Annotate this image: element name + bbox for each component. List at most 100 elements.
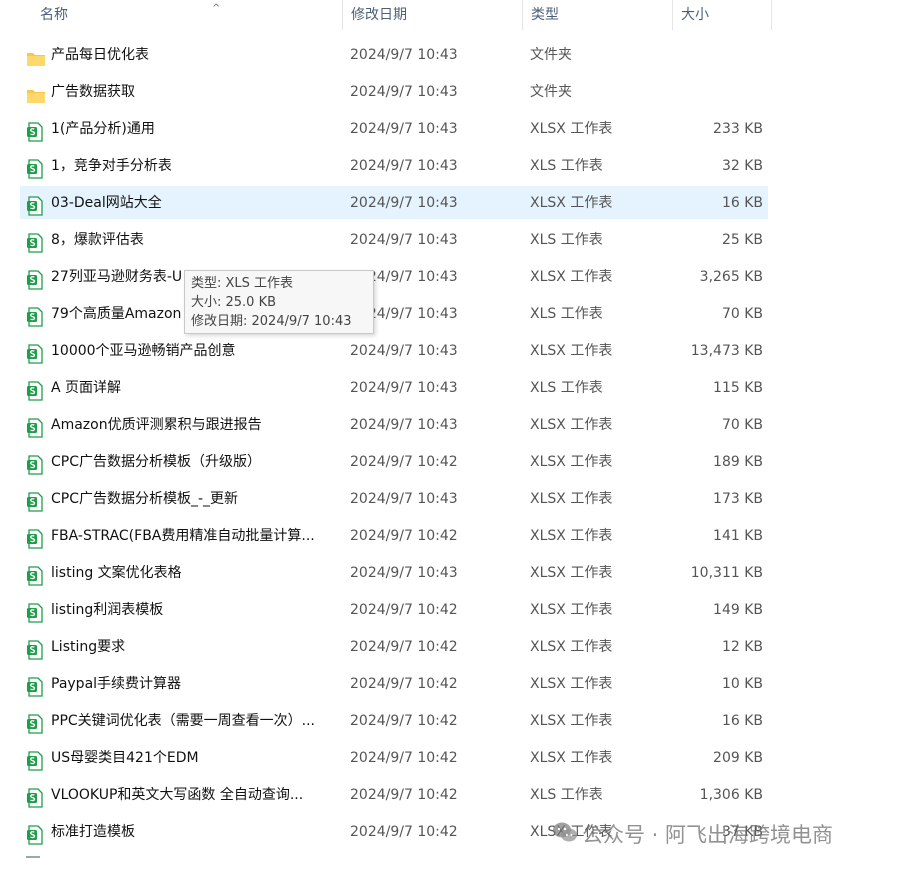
file-type: XLSX 工作表 xyxy=(530,454,613,470)
file-type: XLSX 工作表 xyxy=(530,491,613,507)
file-name: listing 文案优化表格 xyxy=(51,565,182,581)
file-row[interactable]: 03-Deal网站大全 2024/9/7 10:43 XLSX 工作表 16 KB xyxy=(0,185,922,222)
file-modified-date: 2024/9/7 10:43 xyxy=(350,158,458,174)
file-row[interactable]: CPC广告数据分析模板（升级版） 2024/9/7 10:42 XLSX 工作表 18… xyxy=(0,444,922,481)
file-row[interactable]: Listing要求 2024/9/7 10:42 XLSX 工作表 12 KB xyxy=(0,629,922,666)
file-icon-cell xyxy=(26,444,46,481)
file-row[interactable]: CPC广告数据分析模板_-_更新 2024/9/7 10:43 XLSX 工作表 17… xyxy=(0,481,922,518)
tooltip-type: 类型: XLS 工作表 xyxy=(191,276,294,291)
file-icon-cell xyxy=(26,481,46,518)
file-type: XLS 工作表 xyxy=(530,158,603,174)
file-icon-cell xyxy=(26,777,46,814)
file-type: 文件夹 xyxy=(530,84,572,100)
file-name: 8，爆款评估表 xyxy=(51,232,144,248)
file-size: 115 KB xyxy=(713,380,763,396)
file-row[interactable]: VLOOKUP和英文大写函数 全自动查询... 2024/9/7 10:42 XLS… xyxy=(0,777,922,814)
file-icon-cell xyxy=(26,555,46,592)
file-row[interactable]: 79个高质量Amazon 2024/9/7 10:43 XLS 工作表 70 KB xyxy=(0,296,922,333)
file-name: CPC广告数据分析模板（升级版） xyxy=(51,454,261,470)
file-icon-cell xyxy=(26,703,46,740)
folder-row[interactable]: 产品每日优化表 2024/9/7 10:43 文件夹 xyxy=(0,37,922,74)
file-modified-date: 2024/9/7 10:43 xyxy=(350,232,458,248)
spreadsheet-file-icon xyxy=(26,712,46,734)
file-explorer-window: 名称 ^ 修改日期 类型 大小 产品每日优化表 2024/9/7 10:43 文件夹… xyxy=(0,0,922,872)
file-size xyxy=(680,37,763,74)
file-row[interactable]: Paypal手续费计算器 2024/9/7 10:42 XLSX 工作表 10 KB xyxy=(0,666,922,703)
file-modified-date: 2024/9/7 10:43 xyxy=(350,306,458,322)
file-icon-cell xyxy=(26,592,46,629)
spreadsheet-file-icon xyxy=(26,268,46,290)
spreadsheet-file-icon xyxy=(26,490,46,512)
file-row[interactable]: 8，爆款评估表 2024/9/7 10:43 XLS 工作表 25 KB xyxy=(0,222,922,259)
file-row[interactable]: listing 文案优化表格 2024/9/7 10:43 XLSX 工作表 10,3… xyxy=(0,555,922,592)
file-modified-date: 2024/9/7 10:43 xyxy=(350,565,458,581)
file-type: XLSX 工作表 xyxy=(530,602,613,618)
file-icon-cell xyxy=(26,814,46,851)
file-name: Listing要求 xyxy=(51,639,126,655)
tooltip-date: 修改日期: 2024/9/7 10:43 xyxy=(191,314,352,329)
spreadsheet-file-icon xyxy=(26,675,46,697)
file-size: 141 KB xyxy=(713,528,763,544)
file-modified-date: 2024/9/7 10:42 xyxy=(350,639,458,655)
file-name: US母婴类目421个EDM xyxy=(51,750,199,766)
column-header-name[interactable]: 名称 ^ xyxy=(32,0,342,30)
spreadsheet-file-icon xyxy=(26,379,46,401)
file-size: 70 KB xyxy=(721,417,763,433)
file-icon-cell xyxy=(26,370,46,407)
file-row[interactable]: 27列亚马逊财务表-U 2024/9/7 10:43 XLSX 工作表 3,265 K… xyxy=(0,259,922,296)
file-icon-cell xyxy=(26,111,46,148)
file-icon-cell xyxy=(26,148,46,185)
file-name: 标准打造模板 xyxy=(51,824,135,840)
partial-next-row xyxy=(26,856,40,861)
file-size: 149 KB xyxy=(713,602,763,618)
file-row[interactable]: A 页面详解 2024/9/7 10:43 XLS 工作表 115 KB xyxy=(0,370,922,407)
spreadsheet-file-icon xyxy=(26,157,46,179)
spreadsheet-file-icon xyxy=(26,342,46,364)
column-header-size[interactable]: 大小 xyxy=(672,0,772,30)
file-type: XLSX 工作表 xyxy=(530,528,613,544)
file-type: XLSX 工作表 xyxy=(530,676,613,692)
file-icon-cell xyxy=(26,222,46,259)
spreadsheet-file-icon xyxy=(26,749,46,771)
column-header-bar: 名称 ^ 修改日期 类型 大小 xyxy=(0,0,922,30)
file-modified-date: 2024/9/7 10:43 xyxy=(350,121,458,137)
file-modified-date: 2024/9/7 10:43 xyxy=(350,269,458,285)
file-name: 1(产品分析)通用 xyxy=(51,121,155,137)
file-icon-cell xyxy=(26,518,46,555)
file-modified-date: 2024/9/7 10:43 xyxy=(350,491,458,507)
file-row[interactable]: 1(产品分析)通用 2024/9/7 10:43 XLSX 工作表 233 KB xyxy=(0,111,922,148)
file-modified-date: 2024/9/7 10:43 xyxy=(350,47,458,63)
file-size: 10 KB xyxy=(721,676,763,692)
file-name: VLOOKUP和英文大写函数 全自动查询... xyxy=(51,787,304,803)
spreadsheet-file-icon xyxy=(26,638,46,660)
watermark: 公众号 · 阿飞出海跨境电商 xyxy=(552,818,833,852)
file-row[interactable]: FBA-STRAC(FBA费用精准自动批量计算... 2024/9/7 10:42… xyxy=(0,518,922,555)
file-modified-date: 2024/9/7 10:42 xyxy=(350,454,458,470)
file-row[interactable]: US母婴类目421个EDM 2024/9/7 10:42 XLSX 工作表 209 K… xyxy=(0,740,922,777)
file-name: FBA-STRAC(FBA费用精准自动批量计算... xyxy=(51,528,315,544)
file-name: CPC广告数据分析模板_-_更新 xyxy=(51,491,239,507)
spreadsheet-file-icon xyxy=(26,601,46,623)
file-name: 03-Deal网站大全 xyxy=(51,195,162,211)
file-size: 70 KB xyxy=(721,306,763,322)
column-header-type[interactable]: 类型 xyxy=(522,0,672,30)
file-name: 10000个亚马逊畅销产品创意 xyxy=(51,343,236,359)
file-row[interactable]: 10000个亚马逊畅销产品创意 2024/9/7 10:43 XLSX 工作表 13,… xyxy=(0,333,922,370)
file-row[interactable]: Amazon优质评测累积与跟进报告 2024/9/7 10:43 XLSX 工作表 7… xyxy=(0,407,922,444)
spreadsheet-file-icon xyxy=(26,416,46,438)
file-type: XLS 工作表 xyxy=(530,787,603,803)
file-name: Paypal手续费计算器 xyxy=(51,676,182,692)
file-type: XLSX 工作表 xyxy=(530,121,613,137)
file-row[interactable]: 1，竞争对手分析表 2024/9/7 10:43 XLS 工作表 32 KB xyxy=(0,148,922,185)
file-size: 209 KB xyxy=(713,750,763,766)
file-modified-date: 2024/9/7 10:42 xyxy=(350,750,458,766)
file-type: 文件夹 xyxy=(530,47,572,63)
wechat-icon xyxy=(552,819,578,853)
folder-row[interactable]: 广告数据获取 2024/9/7 10:43 文件夹 xyxy=(0,74,922,111)
file-modified-date: 2024/9/7 10:42 xyxy=(350,713,458,729)
column-header-modified[interactable]: 修改日期 xyxy=(342,0,522,30)
spreadsheet-file-icon xyxy=(26,453,46,475)
file-size: 3,265 KB xyxy=(699,269,763,285)
file-row[interactable]: PPC关键词优化表（需要一周查看一次）... 2024/9/7 10:42 XLSX… xyxy=(0,703,922,740)
file-row[interactable]: listing利润表模板 2024/9/7 10:42 XLSX 工作表 149 KB xyxy=(0,592,922,629)
